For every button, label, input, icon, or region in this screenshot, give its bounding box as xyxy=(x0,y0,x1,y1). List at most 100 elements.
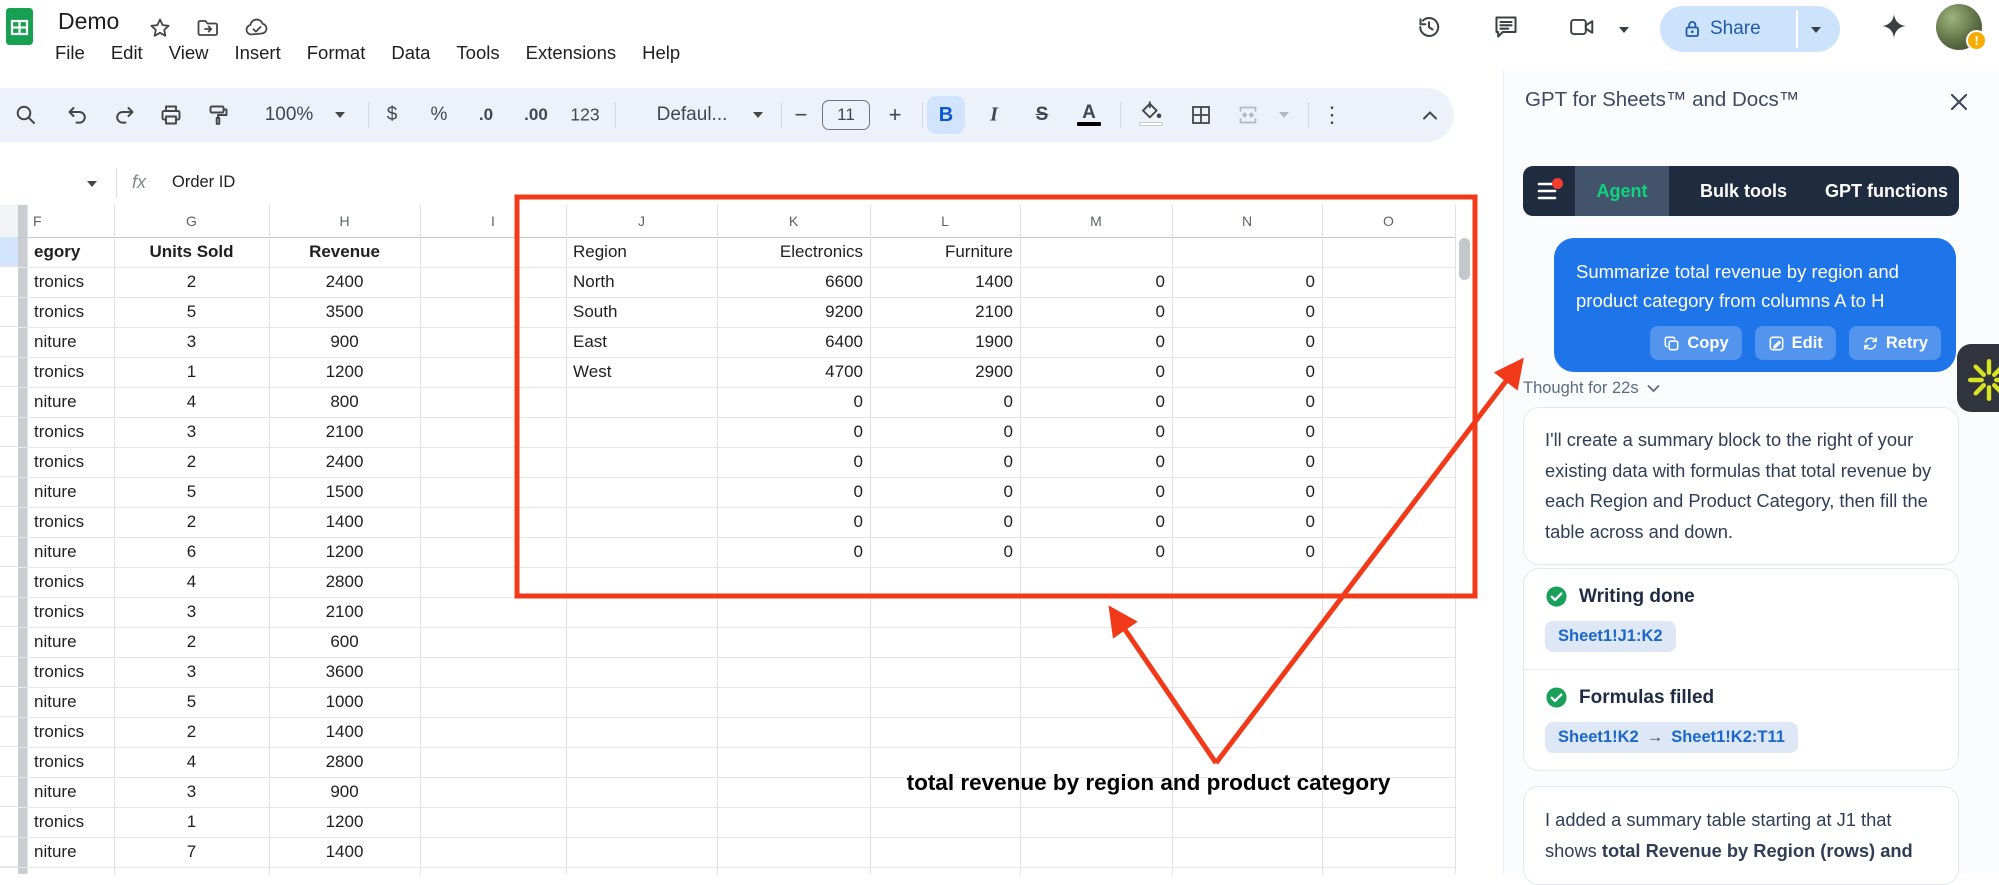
menu-view[interactable]: View xyxy=(156,42,222,64)
cell[interactable]: 0 xyxy=(1172,477,1322,507)
fill-color-icon[interactable] xyxy=(1139,100,1163,124)
column-header-F[interactable]: F xyxy=(27,205,114,237)
tab-gpt-functions[interactable]: GPT functions xyxy=(1821,166,1952,216)
cell[interactable]: 2 xyxy=(114,507,269,537)
formula-bar[interactable]: fx Order ID xyxy=(0,163,1477,205)
increase-font-size-button[interactable]: + xyxy=(889,102,902,128)
cell[interactable]: 6400 xyxy=(717,327,870,357)
cell[interactable]: 2100 xyxy=(269,597,420,627)
row-header-sliver[interactable] xyxy=(0,537,18,567)
cell[interactable]: 4700 xyxy=(717,357,870,387)
sheets-logo-icon[interactable] xyxy=(6,8,33,45)
cell[interactable]: 0 xyxy=(1020,327,1172,357)
star-icon[interactable] xyxy=(148,16,172,40)
column-header-O[interactable]: O xyxy=(1322,205,1455,237)
cell[interactable]: West xyxy=(566,357,717,387)
row-header-sliver[interactable] xyxy=(0,777,18,807)
cell[interactable]: 2 xyxy=(114,267,269,297)
menu-edit[interactable]: Edit xyxy=(98,42,156,64)
cell[interactable]: 0 xyxy=(717,477,870,507)
cell[interactable]: 0 xyxy=(1020,537,1172,567)
borders-icon[interactable] xyxy=(1189,103,1213,127)
format-percent-button[interactable]: % xyxy=(431,104,448,126)
row-header-sliver[interactable] xyxy=(0,837,18,867)
cell[interactable]: 1900 xyxy=(870,327,1020,357)
cell[interactable]: 4 xyxy=(114,747,269,777)
redo-icon[interactable] xyxy=(112,103,136,127)
cell[interactable]: 1400 xyxy=(269,507,420,537)
cell[interactable]: 2100 xyxy=(870,297,1020,327)
cell[interactable]: tronics xyxy=(27,267,114,297)
cell[interactable]: Revenue xyxy=(269,237,420,267)
cell[interactable]: 0 xyxy=(870,447,1020,477)
column-header-G[interactable]: G xyxy=(114,205,269,237)
cell[interactable]: 600 xyxy=(269,627,420,657)
cell[interactable]: 0 xyxy=(717,537,870,567)
column-header-H[interactable]: H xyxy=(269,205,420,237)
decrease-decimals-button[interactable]: .0 xyxy=(479,105,493,125)
cell[interactable]: 0 xyxy=(1020,357,1172,387)
menu-data[interactable]: Data xyxy=(378,42,443,64)
cell[interactable]: tronics xyxy=(27,657,114,687)
cell[interactable]: 0 xyxy=(1020,387,1172,417)
format-currency-button[interactable]: $ xyxy=(387,104,398,126)
cell[interactable]: niture xyxy=(27,537,114,567)
cell[interactable]: 6 xyxy=(114,537,269,567)
cell[interactable]: 6600 xyxy=(717,267,870,297)
formula-input[interactable]: Order ID xyxy=(172,173,235,192)
cell[interactable]: niture xyxy=(27,837,114,867)
cell[interactable]: 2400 xyxy=(269,447,420,477)
row-header-sliver[interactable] xyxy=(0,327,18,357)
cell[interactable]: 0 xyxy=(1172,507,1322,537)
cell[interactable]: egory xyxy=(27,237,114,267)
cell[interactable]: 0 xyxy=(717,417,870,447)
cell[interactable]: 0 xyxy=(1172,357,1322,387)
cell[interactable]: 4 xyxy=(114,567,269,597)
cell[interactable]: 1400 xyxy=(870,267,1020,297)
cell[interactable]: 0 xyxy=(1020,447,1172,477)
row-header-sliver[interactable] xyxy=(0,267,18,297)
copy-button[interactable]: Copy xyxy=(1650,326,1742,360)
cell[interactable]: 5 xyxy=(114,477,269,507)
share-button[interactable]: Share xyxy=(1660,6,1840,52)
font-family-select[interactable]: Defaul... xyxy=(657,104,728,126)
column-header-M[interactable]: M xyxy=(1020,205,1172,237)
cell[interactable]: niture xyxy=(27,627,114,657)
document-title[interactable]: Demo xyxy=(58,8,119,35)
decrease-font-size-button[interactable]: − xyxy=(795,102,808,128)
cell[interactable]: tronics xyxy=(27,357,114,387)
font-size-input[interactable]: 11 xyxy=(822,100,870,130)
cell[interactable]: Units Sold xyxy=(114,237,269,267)
cell[interactable]: 5 xyxy=(114,687,269,717)
cell[interactable]: 0 xyxy=(717,387,870,417)
retry-button[interactable]: Retry xyxy=(1848,326,1941,360)
cell[interactable]: 0 xyxy=(1172,417,1322,447)
cell[interactable]: 3 xyxy=(114,327,269,357)
cell[interactable]: tronics xyxy=(27,417,114,447)
cell[interactable]: niture xyxy=(27,327,114,357)
print-icon[interactable] xyxy=(159,103,183,127)
cell[interactable]: niture xyxy=(27,387,114,417)
cell[interactable]: 0 xyxy=(1020,267,1172,297)
paint-format-icon[interactable] xyxy=(206,103,230,127)
cell[interactable]: 5 xyxy=(114,297,269,327)
cell[interactable]: 3 xyxy=(114,777,269,807)
row-header-sliver[interactable] xyxy=(0,567,18,597)
cell[interactable]: 0 xyxy=(1172,387,1322,417)
cell[interactable]: 0 xyxy=(870,537,1020,567)
row-header-sliver[interactable] xyxy=(0,597,18,627)
cell[interactable]: Furniture xyxy=(870,237,1020,267)
cell[interactable]: 0 xyxy=(1172,537,1322,567)
cell[interactable]: niture xyxy=(27,477,114,507)
cell[interactable]: tronics xyxy=(27,567,114,597)
cell[interactable]: tronics xyxy=(27,447,114,477)
cell[interactable]: 0 xyxy=(1172,447,1322,477)
cell[interactable]: 0 xyxy=(1172,297,1322,327)
cell[interactable]: 0 xyxy=(717,447,870,477)
version-history-icon[interactable] xyxy=(1415,13,1443,41)
text-color-button[interactable]: A xyxy=(1082,102,1096,124)
range-badge[interactable]: Sheet1!J1:K2 xyxy=(1545,621,1676,652)
increase-decimals-button[interactable]: .00 xyxy=(524,105,548,125)
cell[interactable]: 1000 xyxy=(269,687,420,717)
row-header-sliver[interactable] xyxy=(0,357,18,387)
